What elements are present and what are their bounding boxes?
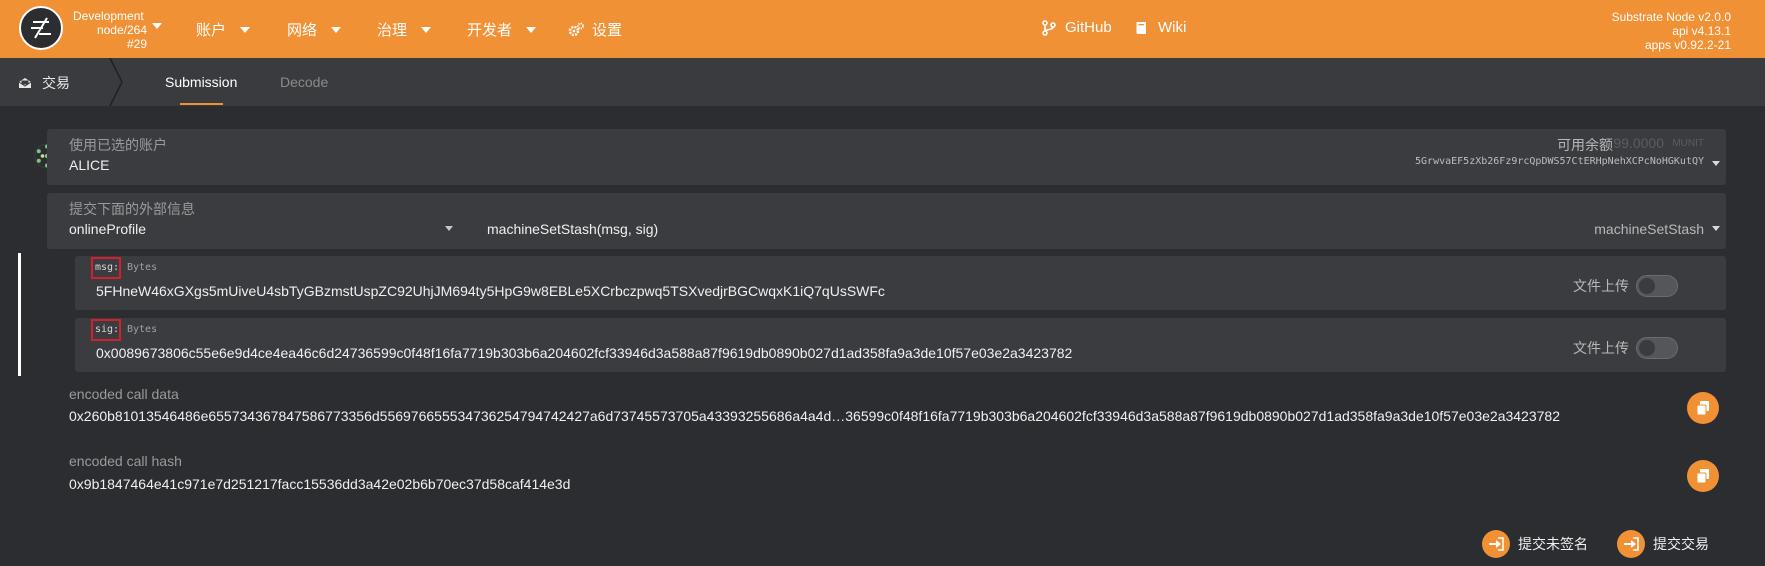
section-title[interactable]: 交易 — [18, 73, 70, 93]
submit-transaction-button[interactable]: 提交交易 — [1617, 530, 1709, 558]
account-name: ALICE — [69, 157, 110, 173]
call-short-name: machineSetStash — [1594, 221, 1704, 237]
nav-governance[interactable]: 治理 — [377, 19, 432, 40]
node-version: Substrate Node v2.0.0 — [1611, 10, 1731, 24]
param-name: sig: — [95, 324, 120, 335]
call-select[interactable]: machineSetStash(msg, sig) — [487, 221, 658, 237]
code-branch-icon — [1042, 19, 1056, 36]
param-sig: sig: Bytes 0x0089673806c55e6e9d4ce4ea46c… — [75, 318, 1726, 372]
nav-settings-label: 设置 — [592, 22, 623, 39]
section-label: 交易 — [42, 75, 70, 91]
api-version: api v4.13.1 — [1672, 24, 1731, 38]
wiki-label: Wiki — [1158, 19, 1187, 36]
sub-navbar: 交易 Submission Decode — [0, 58, 1765, 106]
chevron-down-icon[interactable] — [445, 226, 453, 231]
chain-selector[interactable]: Development node/264 #29 — [73, 9, 147, 51]
nav-network[interactable]: 网络 — [287, 19, 342, 40]
wiki-link[interactable]: Wiki — [1134, 19, 1186, 36]
balance-value: 99.0000 — [1613, 135, 1664, 151]
tab-submission[interactable]: Submission — [165, 74, 237, 90]
nav-governance-label: 治理 — [377, 22, 408, 39]
copy-icon — [1696, 469, 1709, 484]
tab-decode[interactable]: Decode — [280, 74, 328, 90]
submit-unsigned-label: 提交未签名 — [1518, 536, 1588, 552]
github-link[interactable]: GitHub — [1041, 19, 1112, 36]
chevron-down-icon — [421, 26, 432, 33]
param-value-input[interactable]: 0x0089673806c55e6e9d4ce4ea46c6d24736599c… — [96, 345, 1072, 361]
version-info: Substrate Node v2.0.0 api v4.13.1 apps v… — [1612, 10, 1731, 52]
github-label: GitHub — [1065, 19, 1112, 36]
account-label: 使用已选的账户 — [69, 137, 167, 153]
sign-in-icon — [1482, 530, 1510, 558]
node-label: node/264 — [96, 23, 147, 37]
active-tab-indicator — [180, 103, 223, 105]
copy-icon — [1696, 401, 1709, 416]
extrinsic-label: 提交下面的外部信息 — [69, 201, 195, 217]
submit-unsigned-button[interactable]: 提交未签名 — [1482, 530, 1588, 558]
breadcrumb-separator-icon — [109, 58, 123, 106]
gears-icon — [568, 22, 584, 36]
chevron-down-icon — [240, 26, 251, 33]
balance-label: 可用余额 — [1557, 137, 1613, 153]
chevron-down-icon — [331, 26, 342, 33]
sign-in-icon — [1617, 530, 1645, 558]
submit-transaction-label: 提交交易 — [1653, 536, 1709, 552]
param-value-input[interactable]: 5FHneW46xGXgs5mUiveU4sbTyGBzmstUspZC92Uh… — [96, 283, 885, 299]
block-number: #29 — [126, 37, 147, 51]
file-upload-label: 文件上传 — [1573, 278, 1629, 294]
chevron-down-icon — [526, 26, 537, 33]
substrate-logo-icon[interactable] — [19, 6, 63, 50]
balance-unit: MUNIT — [1672, 138, 1704, 149]
account-address: 5GrwvaEF5zXb26Fz9rcQpDWS57CtERHpNehXCPcN… — [1415, 156, 1704, 167]
nav-accounts-label: 账户 — [196, 22, 227, 39]
params-indent-rail — [18, 253, 21, 376]
encoded-data-value: 0x260b81013546486e655734367847586773356d… — [69, 408, 1560, 424]
apps-version: apps v0.92.2-21 — [1644, 38, 1731, 52]
nav-accounts[interactable]: 账户 — [196, 19, 251, 40]
file-upload-label: 文件上传 — [1573, 340, 1629, 356]
envelope-open-icon — [18, 78, 32, 88]
file-upload-toggle[interactable] — [1636, 337, 1678, 359]
top-navbar: Development node/264 #29 账户 网络 治理 开发者 设置… — [0, 0, 1765, 58]
chevron-down-icon[interactable] — [1712, 226, 1720, 231]
account-selector[interactable]: 使用已选的账户 ALICE 可用余额 99.0000 MUNIT 5GrwvaE… — [47, 129, 1726, 185]
param-type: Bytes — [127, 262, 158, 273]
extrinsic-selector: 提交下面的外部信息 onlineProfile machineSetStash(… — [47, 193, 1726, 249]
module-select[interactable]: onlineProfile — [69, 221, 146, 237]
copy-data-button[interactable] — [1687, 392, 1719, 424]
book-icon — [1136, 21, 1146, 34]
param-type: Bytes — [127, 324, 158, 335]
param-name: msg: — [95, 262, 120, 273]
chain-dropdown-icon[interactable] — [152, 23, 162, 29]
encoded-data-label: encoded call data — [69, 386, 179, 402]
nav-developer[interactable]: 开发者 — [467, 19, 537, 40]
file-upload-toggle[interactable] — [1636, 275, 1678, 297]
encoded-hash-value: 0x9b1847464e41c971e7d251217facc15536dd3a… — [69, 476, 571, 492]
nav-network-label: 网络 — [287, 22, 318, 39]
param-msg: msg: Bytes 5FHneW46xGXgs5mUiveU4sbTyGBzm… — [75, 256, 1726, 310]
encoded-hash-label: encoded call hash — [69, 453, 182, 469]
nav-developer-label: 开发者 — [467, 22, 513, 39]
copy-hash-button[interactable] — [1687, 460, 1719, 492]
chain-name: Development — [73, 9, 144, 23]
chevron-down-icon[interactable] — [1712, 161, 1720, 166]
nav-settings[interactable]: 设置 — [568, 19, 622, 40]
